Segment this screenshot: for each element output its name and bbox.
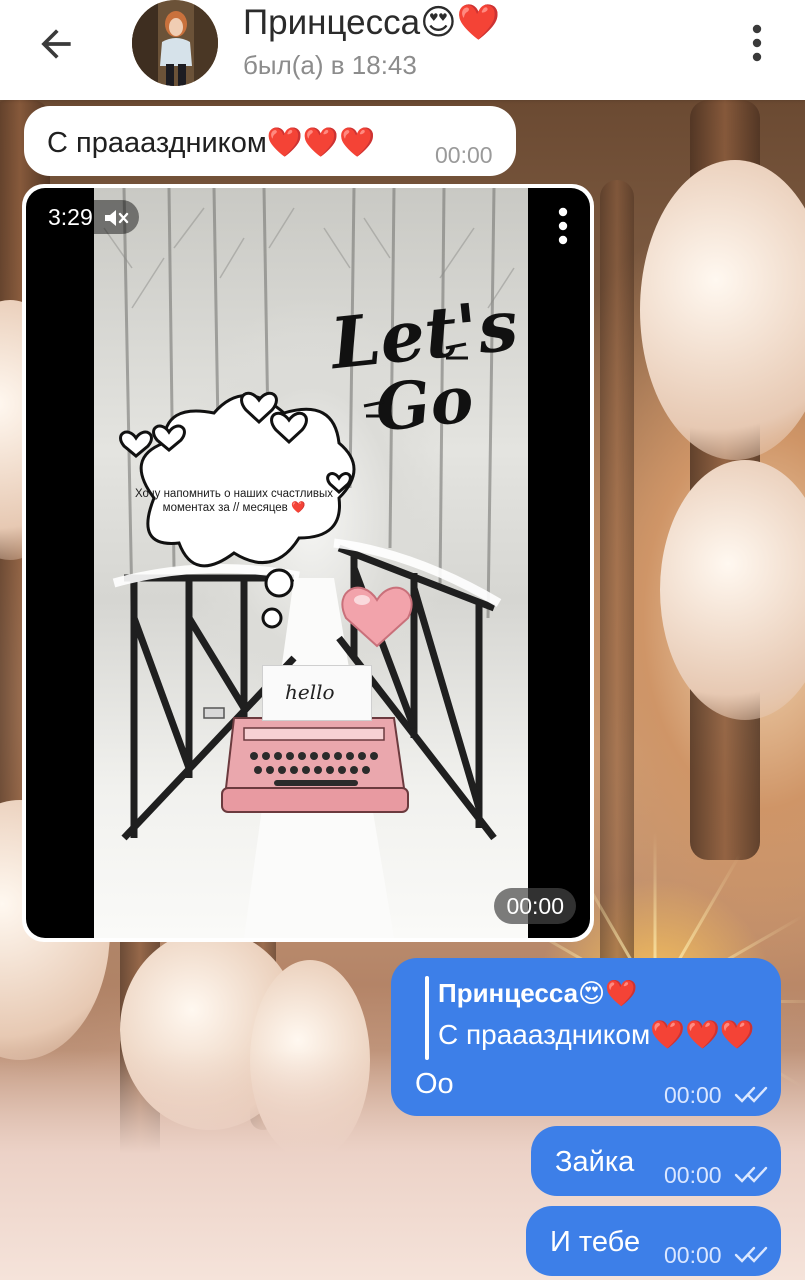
- video-overlay-text: Хочу напомнить о наших счастливых момент…: [134, 488, 334, 514]
- reply-text[interactable]: С праааздником❤️❤️❤️: [438, 1018, 755, 1051]
- more-vertical-icon: [752, 24, 762, 62]
- reply-quote-bar: [425, 976, 429, 1060]
- message-text: Зайка: [555, 1146, 635, 1178]
- chat-header: Принцесса😍❤️ был(а) в 18:43: [0, 0, 805, 100]
- message-bubble-incoming[interactable]: С праааздником❤️❤️❤️ 00:00: [24, 106, 516, 176]
- reply-author[interactable]: Принцесса😍❤️: [438, 978, 638, 1009]
- svg-text:Go: Go: [372, 362, 477, 447]
- message-time: 00:00: [494, 888, 576, 924]
- double-check-icon: [734, 1086, 768, 1103]
- message-bubble-outgoing[interactable]: И тебе 00:00: [526, 1206, 781, 1276]
- video-thumbnail: Let's Go: [94, 188, 528, 938]
- video-duration: 3:29: [48, 204, 93, 230]
- contact-name[interactable]: Принцесса😍❤️: [243, 2, 500, 43]
- volume-muted-icon[interactable]: [103, 208, 129, 228]
- message-text: И тебе: [550, 1226, 641, 1258]
- last-seen-status: был(а) в 18:43: [243, 50, 417, 80]
- message-text: С праааздником❤️❤️❤️: [47, 127, 376, 159]
- arrow-left-icon: [41, 29, 71, 59]
- back-button[interactable]: [22, 18, 90, 70]
- hello-note: hello: [262, 665, 372, 721]
- hello-note-text: hello: [285, 680, 335, 704]
- double-check-icon: [734, 1246, 768, 1263]
- message-time: 00:00: [435, 142, 493, 168]
- video-more-button[interactable]: [550, 204, 576, 248]
- more-menu-button[interactable]: [740, 20, 774, 66]
- video-player[interactable]: Let's Go 3:29 00:00: [26, 188, 590, 938]
- message-time: 00:00: [664, 1082, 722, 1108]
- message-text: Оо: [415, 1068, 454, 1100]
- message-time: 00:00: [664, 1242, 722, 1268]
- message-time: 00:00: [664, 1162, 722, 1188]
- message-bubble-outgoing[interactable]: Принцесса😍❤️ С праааздником❤️❤️❤️ Оо 00:…: [391, 958, 781, 1116]
- more-vertical-icon: [558, 207, 568, 245]
- video-message[interactable]: Let's Go 3:29 00:00: [22, 184, 594, 942]
- double-check-icon: [734, 1166, 768, 1183]
- contact-avatar[interactable]: [132, 0, 218, 86]
- message-bubble-outgoing[interactable]: Зайка 00:00: [531, 1126, 781, 1196]
- video-duration-badge: 3:29: [40, 200, 140, 234]
